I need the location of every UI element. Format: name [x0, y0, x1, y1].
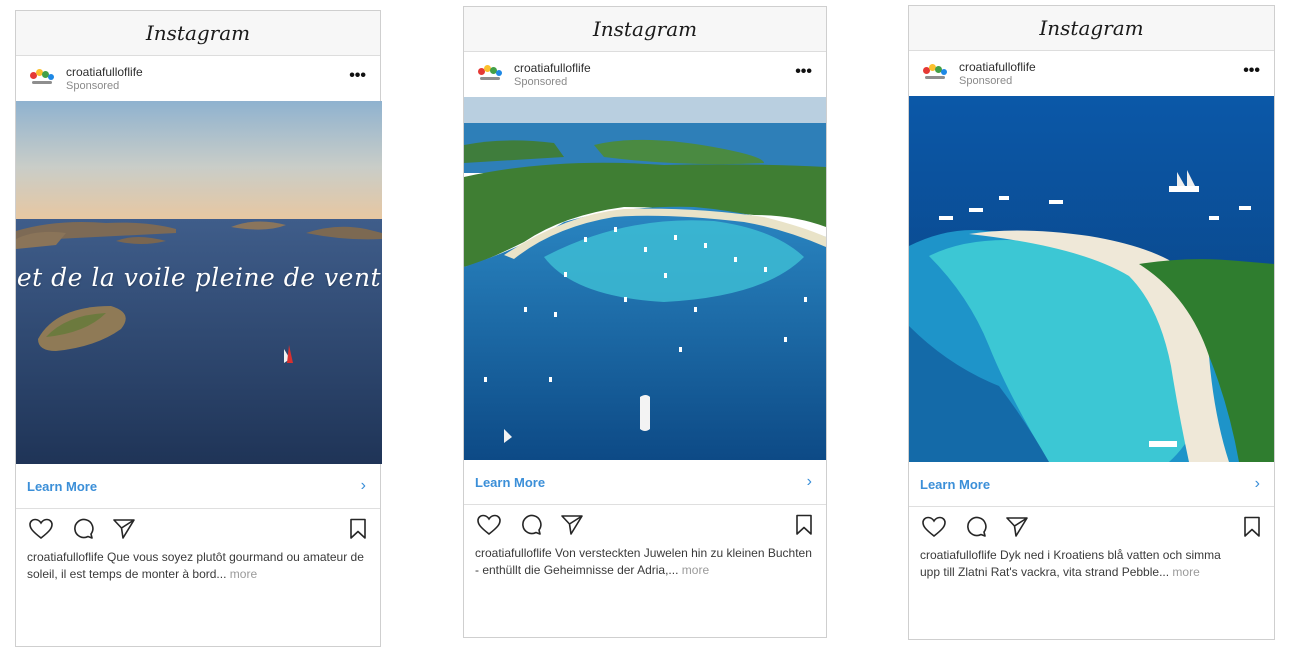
learn-more-label: Learn More — [27, 478, 98, 494]
account-name[interactable]: croatiafulloflife — [66, 65, 143, 80]
post-header: croatiafulloflife Sponsored ••• — [464, 52, 826, 97]
learn-more-button[interactable]: Learn More › — [464, 460, 826, 505]
action-bar — [464, 505, 826, 545]
post-caption: croatiafulloflife Que vous soyez plutôt … — [16, 549, 380, 583]
avatar[interactable] — [28, 68, 58, 90]
caption-username[interactable]: croatiafulloflife — [27, 550, 104, 564]
caption-username[interactable]: croatiafulloflife — [920, 548, 997, 562]
instagram-ad-card-1: Instagram croatiafulloflife Sponsored ••… — [15, 10, 382, 647]
share-icon[interactable] — [1005, 516, 1029, 543]
instagram-ad-card-2: Instagram croatiafulloflife Sponsored ••… — [463, 6, 827, 638]
action-bar — [16, 509, 380, 549]
learn-more-button[interactable]: Learn More › — [909, 462, 1274, 507]
action-bar — [909, 507, 1274, 547]
instagram-logo: Instagram — [1039, 16, 1144, 40]
app-topbar: Instagram — [16, 11, 380, 56]
caption-text-line1: Dyk ned i Kroatiens blå vatten och simma — [996, 548, 1221, 562]
avatar[interactable] — [476, 64, 506, 86]
bookmark-icon[interactable] — [795, 514, 813, 541]
learn-more-label: Learn More — [920, 476, 991, 492]
sponsored-label: Sponsored — [66, 79, 120, 92]
caption-more-link[interactable]: more — [1172, 565, 1199, 579]
comment-icon[interactable] — [964, 516, 988, 543]
chevron-right-icon: › — [806, 473, 812, 490]
post-caption: croatiafulloflife Dyk ned i Kroatiens bl… — [909, 547, 1274, 581]
chevron-right-icon: › — [360, 477, 366, 494]
post-image — [464, 97, 826, 460]
sponsored-label: Sponsored — [514, 75, 568, 88]
caption-more-link[interactable]: more — [682, 563, 709, 577]
post-header: croatiafulloflife Sponsored ••• — [16, 56, 380, 101]
sponsored-label: Sponsored — [959, 74, 1013, 87]
avatar[interactable] — [921, 63, 951, 85]
heart-icon[interactable] — [476, 514, 502, 541]
instagram-logo: Instagram — [592, 17, 698, 41]
learn-more-label: Learn More — [475, 474, 546, 490]
comment-icon[interactable] — [519, 514, 543, 541]
post-image: et de la voile pleine de vent — [16, 101, 382, 464]
heart-icon[interactable] — [28, 518, 54, 545]
image-overlay-text: et de la voile pleine de vent — [16, 263, 382, 292]
caption-text-line2: upp till Zlatni Rat's vackra, vita stran… — [920, 565, 1170, 579]
heart-icon[interactable] — [921, 516, 947, 543]
chevron-right-icon: › — [1254, 475, 1260, 492]
bookmark-icon[interactable] — [349, 518, 367, 545]
account-name[interactable]: croatiafulloflife — [514, 61, 591, 76]
instagram-logo: Instagram — [145, 21, 251, 45]
more-icon[interactable]: ••• — [349, 68, 366, 84]
post-header: croatiafulloflife Sponsored ••• — [909, 51, 1274, 96]
share-icon[interactable] — [560, 514, 584, 541]
share-icon[interactable] — [112, 518, 136, 545]
learn-more-button[interactable]: Learn More › — [16, 464, 380, 509]
bookmark-icon[interactable] — [1243, 516, 1261, 543]
app-topbar: Instagram — [909, 6, 1274, 51]
comment-icon[interactable] — [71, 518, 95, 545]
more-icon[interactable]: ••• — [1243, 63, 1260, 79]
caption-more-link[interactable]: more — [230, 567, 257, 581]
post-caption: croatiafulloflife Von versteckten Juwele… — [464, 545, 826, 579]
more-icon[interactable]: ••• — [795, 64, 812, 80]
post-image — [909, 96, 1274, 462]
instagram-ad-card-3: Instagram croatiafulloflife Sponsored ••… — [908, 5, 1275, 640]
caption-username[interactable]: croatiafulloflife — [475, 546, 552, 560]
account-name[interactable]: croatiafulloflife — [959, 60, 1036, 75]
app-topbar: Instagram — [464, 7, 826, 52]
